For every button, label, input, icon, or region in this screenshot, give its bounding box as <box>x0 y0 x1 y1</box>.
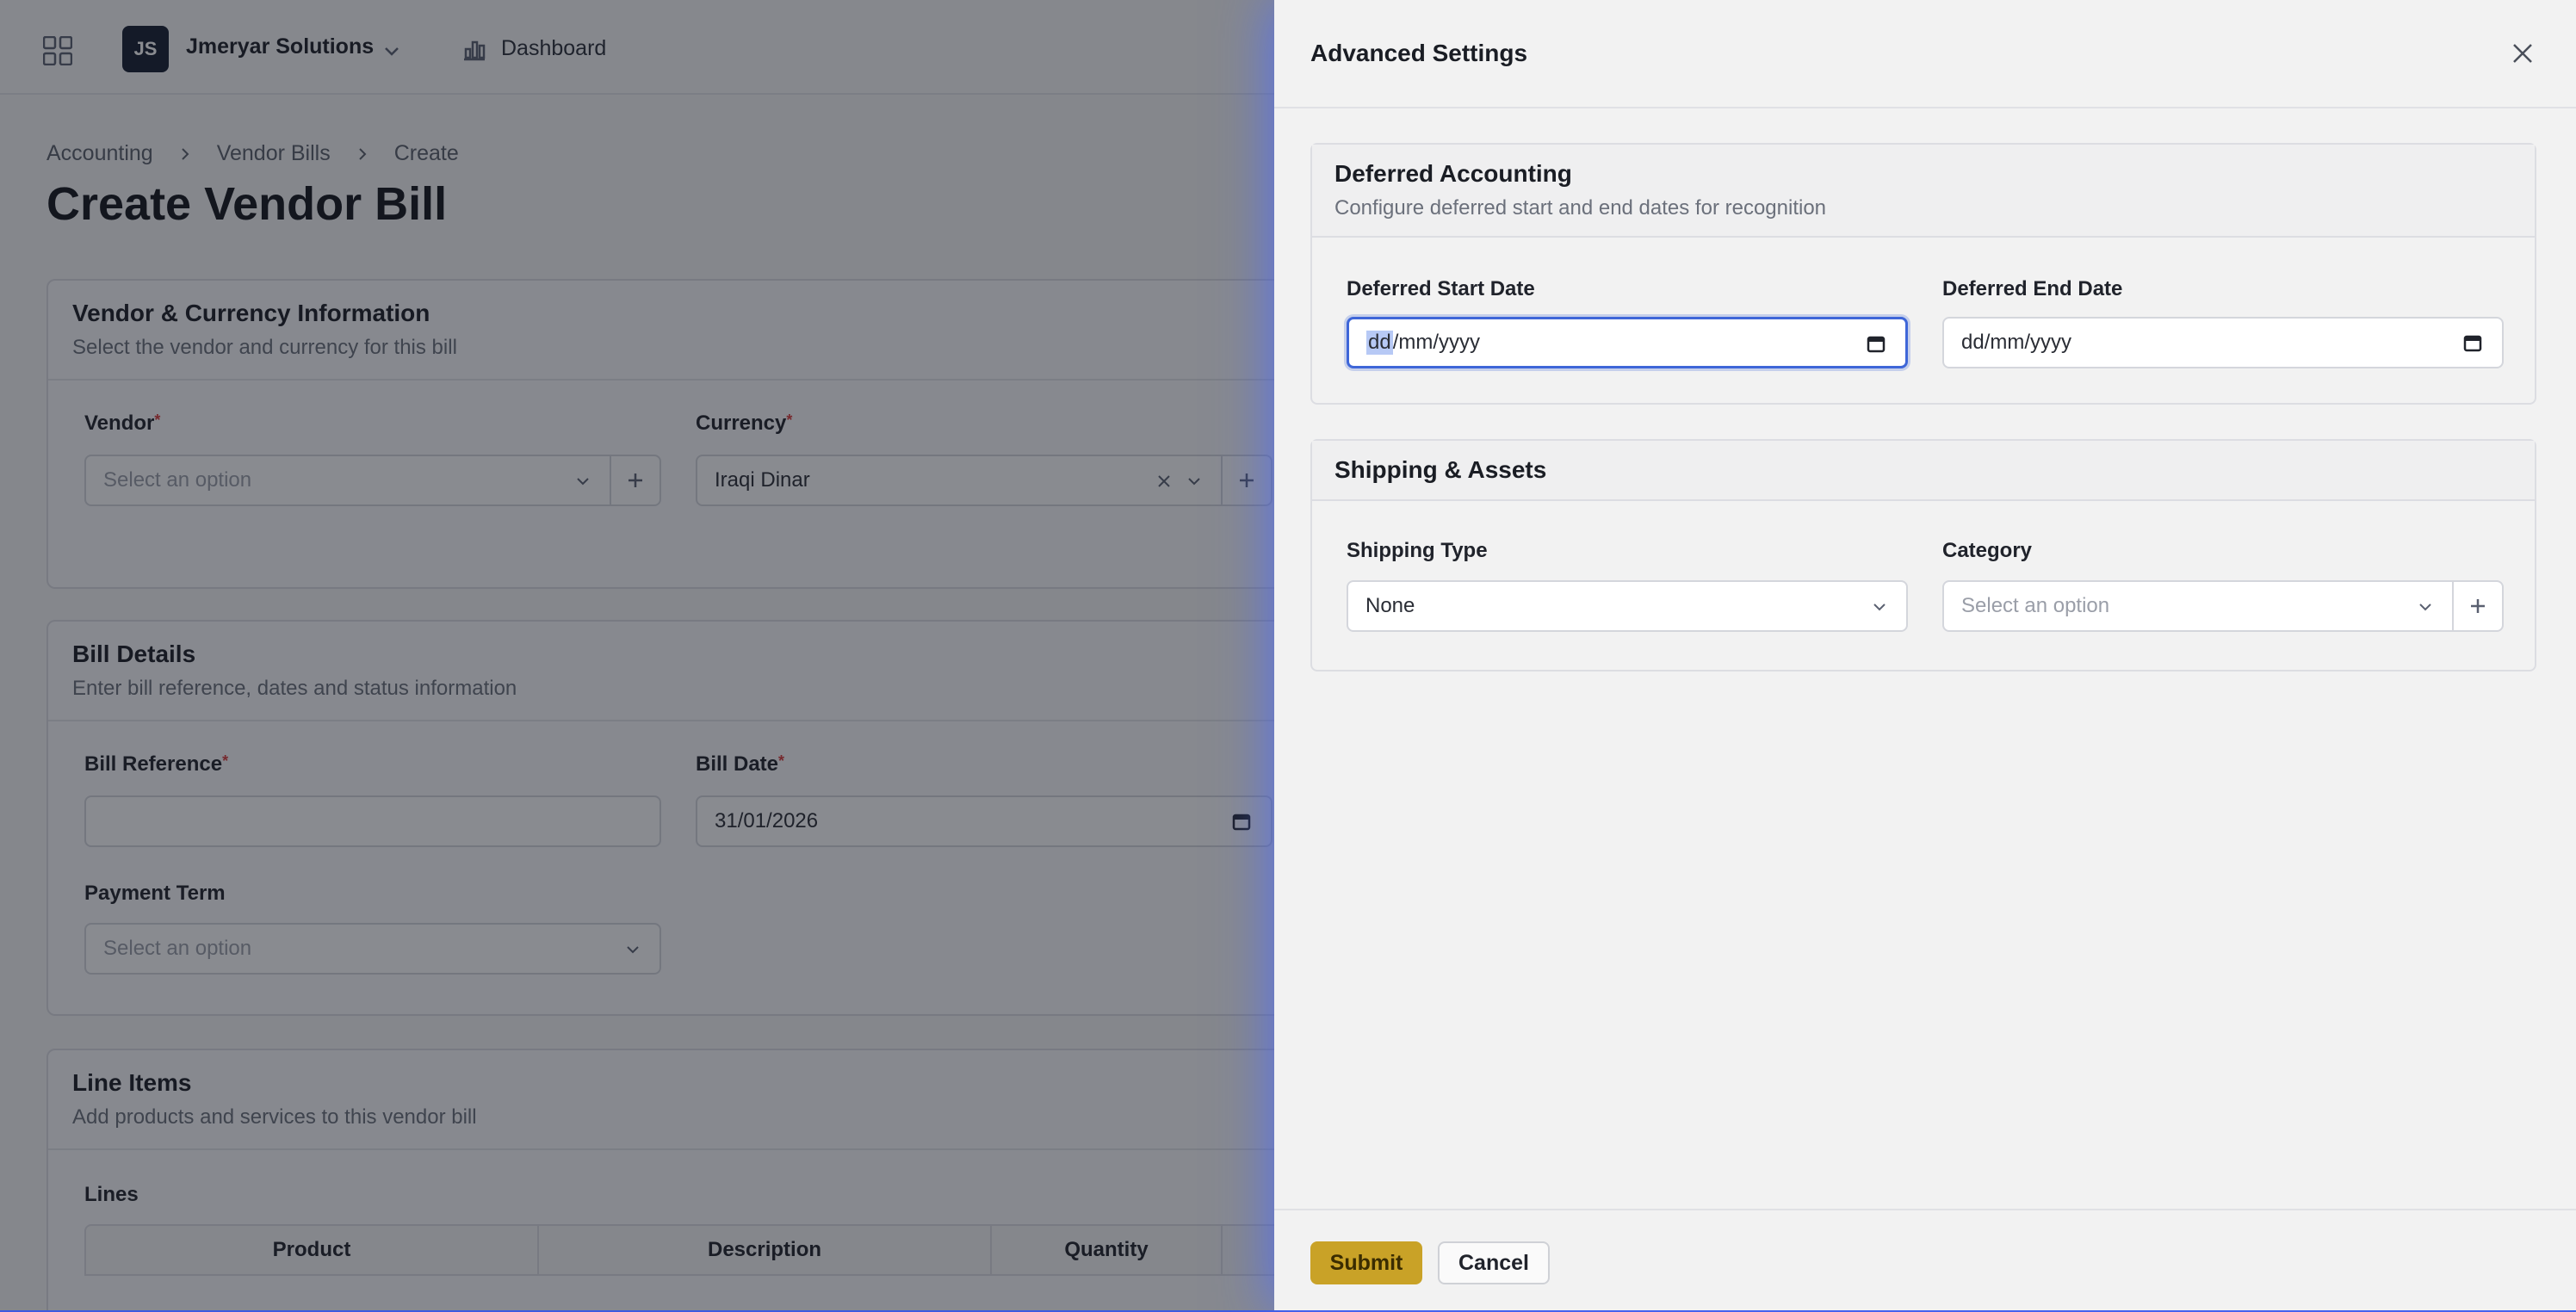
date-rest-segment: /mm/yyyy <box>1392 331 1481 354</box>
cancel-button[interactable]: Cancel <box>1438 1241 1550 1284</box>
submit-button[interactable]: Submit <box>1310 1241 1422 1284</box>
calendar-icon[interactable] <box>2462 332 2483 353</box>
deferred-accounting-section: Deferred Accounting Configure deferred s… <box>1310 143 2536 405</box>
deferred-end-date-input[interactable]: dd/mm/yyyy <box>1942 317 2504 368</box>
deferred-end-label: Deferred End Date <box>1942 277 2123 300</box>
section-subtitle: Configure deferred start and end dates f… <box>1334 196 1827 220</box>
deferred-start-date-input[interactable]: dd/mm/yyyy <box>1347 317 1908 368</box>
category-select[interactable]: Select an option <box>1942 580 2454 632</box>
chevron-down-icon <box>2419 603 2431 611</box>
shipping-type-select[interactable]: None <box>1347 580 1908 632</box>
advanced-settings-drawer: Advanced Settings Deferred Accounting Co… <box>1274 0 2576 1310</box>
calendar-icon[interactable] <box>1866 333 1886 354</box>
section-title: Deferred Accounting <box>1334 160 1572 187</box>
section-header: Deferred Accounting Configure deferred s… <box>1312 145 2535 238</box>
section-header: Shipping & Assets <box>1312 441 2535 501</box>
drawer-footer: Submit Cancel <box>1274 1209 2576 1312</box>
date-day-segment[interactable]: dd <box>1366 331 1393 355</box>
chevron-down-icon <box>1873 603 1886 611</box>
deferred-start-label: Deferred Start Date <box>1347 277 1535 300</box>
shipping-type-label: Shipping Type <box>1347 539 1488 562</box>
shipping-assets-section: Shipping & Assets Shipping Type None Cat… <box>1310 439 2536 671</box>
plus-icon <box>2471 599 2485 613</box>
close-icon <box>2513 44 2532 63</box>
drawer-header: Advanced Settings <box>1274 0 2576 108</box>
section-title: Shipping & Assets <box>1334 456 1547 483</box>
add-category-button[interactable] <box>2452 580 2504 632</box>
close-button[interactable] <box>2505 36 2540 71</box>
drawer-title: Advanced Settings <box>1310 40 1528 66</box>
category-label: Category <box>1942 539 2033 562</box>
